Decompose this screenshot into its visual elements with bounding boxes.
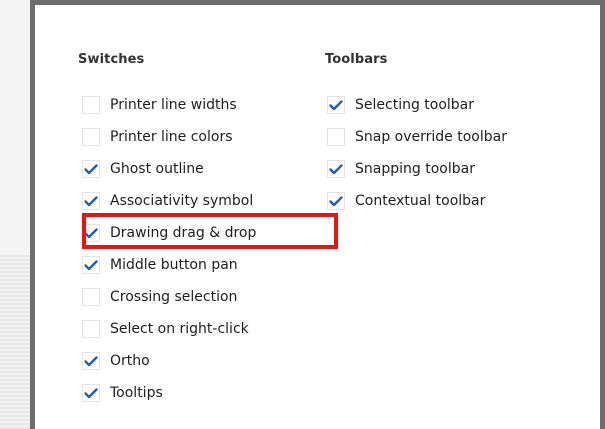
checkbox[interactable] — [82, 224, 100, 242]
switch-ortho[interactable]: Ortho — [82, 345, 256, 377]
checkbox[interactable] — [82, 192, 100, 210]
switches-section-title: Switches — [78, 52, 145, 67]
checkbox[interactable] — [82, 288, 100, 306]
checkbox-label: Select on right-click — [110, 321, 249, 337]
switch-middle-button-pan[interactable]: Middle button pan — [82, 249, 256, 281]
checkbox[interactable] — [327, 192, 345, 210]
switch-crossing-selection[interactable]: Crossing selection — [82, 281, 256, 313]
checkbox-label: Snapping toolbar — [355, 161, 475, 177]
checkmark-icon — [329, 99, 343, 111]
checkbox[interactable] — [327, 128, 345, 146]
toolbar-contextual[interactable]: Contextual toolbar — [327, 185, 507, 217]
checkmark-icon — [84, 227, 98, 239]
checkbox-label: Crossing selection — [110, 289, 238, 305]
switch-drawing-drag-drop[interactable]: Drawing drag & drop — [82, 217, 256, 249]
checkmark-icon — [329, 195, 343, 207]
checkbox[interactable] — [82, 256, 100, 274]
checkmark-icon — [84, 387, 98, 399]
checkbox-label: Drawing drag & drop — [110, 225, 257, 241]
switches-list: Printer line widths Printer line colors … — [82, 89, 256, 409]
checkbox-label: Tooltips — [110, 385, 163, 401]
checkbox[interactable] — [327, 160, 345, 178]
checkbox[interactable] — [82, 128, 100, 146]
checkbox-label: Associativity symbol — [110, 193, 254, 209]
checkmark-icon — [84, 195, 98, 207]
toolbar-selecting[interactable]: Selecting toolbar — [327, 89, 507, 121]
switch-select-on-right-click[interactable]: Select on right-click — [82, 313, 256, 345]
checkbox[interactable] — [327, 96, 345, 114]
checkmark-icon — [84, 163, 98, 175]
checkbox[interactable] — [82, 384, 100, 402]
switch-printer-line-colors[interactable]: Printer line colors — [82, 121, 256, 153]
checkbox[interactable] — [82, 160, 100, 178]
toolbars-section-title: Toolbars — [325, 52, 388, 67]
checkmark-icon — [84, 259, 98, 271]
switch-printer-line-widths[interactable]: Printer line widths — [82, 89, 256, 121]
toolbar-snap-override[interactable]: Snap override toolbar — [327, 121, 507, 153]
switch-ghost-outline[interactable]: Ghost outline — [82, 153, 256, 185]
checkbox[interactable] — [82, 320, 100, 338]
checkbox-label: Printer line widths — [110, 97, 237, 113]
switch-tooltips[interactable]: Tooltips — [82, 377, 256, 409]
toolbars-list: Selecting toolbar Snap override toolbar … — [327, 89, 507, 217]
switch-associativity-symbol[interactable]: Associativity symbol — [82, 185, 256, 217]
checkbox[interactable] — [82, 96, 100, 114]
checkbox-label: Middle button pan — [110, 257, 238, 273]
checkbox-label: Contextual toolbar — [355, 193, 486, 209]
checkbox-label: Snap override toolbar — [355, 129, 507, 145]
checkbox-label: Ortho — [110, 353, 150, 369]
options-panel: Switches Toolbars Printer line widths Pr… — [30, 0, 605, 429]
checkbox-label: Printer line colors — [110, 129, 233, 145]
checkmark-icon — [84, 355, 98, 367]
checkbox-label: Ghost outline — [110, 161, 204, 177]
checkbox-label: Selecting toolbar — [355, 97, 475, 113]
checkbox[interactable] — [82, 352, 100, 370]
toolbar-snapping[interactable]: Snapping toolbar — [327, 153, 507, 185]
background-strip — [0, 255, 30, 429]
checkmark-icon — [329, 163, 343, 175]
